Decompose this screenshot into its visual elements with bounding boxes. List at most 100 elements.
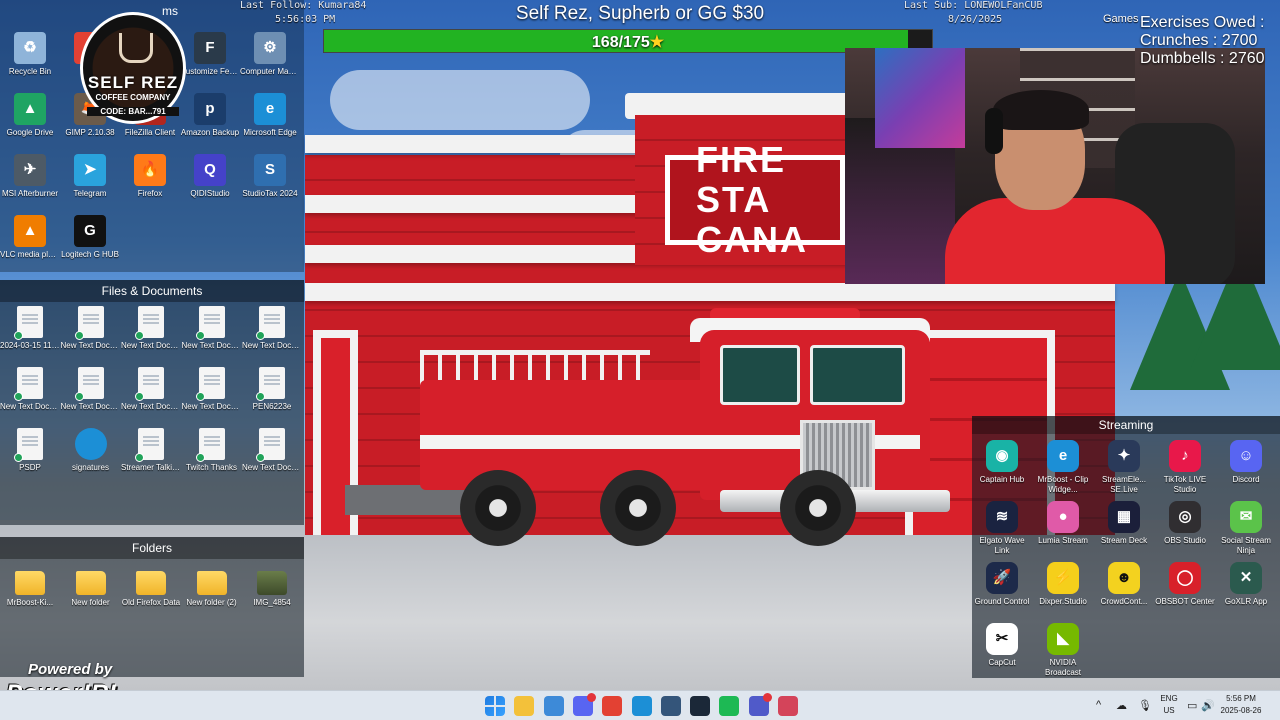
file-icon[interactable]: PSDP: [0, 428, 60, 473]
desktop-icon[interactable]: S StudioTax 2024: [240, 154, 300, 199]
streaming-app-icon[interactable]: ✕ GoXLR App: [1216, 562, 1276, 607]
stream-deck-icon: ▦: [1108, 501, 1140, 533]
desktop-icon[interactable]: p Amazon Backup: [180, 93, 240, 138]
store-icon[interactable]: [543, 696, 564, 716]
chrome-icon[interactable]: [602, 696, 623, 716]
streaming-app-icon[interactable]: ☻ CrowdCont...: [1094, 562, 1154, 607]
text-document-icon: [195, 428, 225, 462]
folder-icon-cell[interactable]: New folder: [61, 565, 121, 608]
file-explorer-icon[interactable]: [514, 696, 535, 716]
desktop-icon[interactable]: ▲ Google Drive: [0, 93, 60, 138]
file-icon[interactable]: New Text Docume...: [182, 306, 242, 351]
streaming-app-icon[interactable]: 🚀 Ground Control: [972, 562, 1032, 607]
file-label: New Text Docume...: [181, 341, 242, 350]
file-icon[interactable]: Twitch Thanks: [182, 428, 242, 473]
computer-management-icon: ⚙: [254, 32, 286, 64]
folder-icon-cell[interactable]: New folder (2): [182, 565, 242, 608]
edge-icon[interactable]: [631, 696, 652, 716]
volume-icon[interactable]: 🔊: [1201, 699, 1215, 712]
clock[interactable]: 5:56 PM 2025-08-26: [1218, 693, 1264, 717]
file-label: signatures: [72, 463, 109, 472]
icon-glyph: ✈: [23, 161, 37, 178]
desktop-icon[interactable]: ⚙ Computer Management: [240, 32, 300, 77]
folder-icon-cell[interactable]: Old Firefox Data: [121, 565, 181, 608]
file-icon[interactable]: 2024-03-15 11-09-17: [0, 306, 60, 351]
file-icon[interactable]: Streamer Talking Po...: [121, 428, 181, 473]
file-icon[interactable]: New Text Docume...: [121, 306, 181, 351]
folder-icon: [15, 571, 45, 595]
sync-check-icon: [74, 331, 84, 340]
captain-hub-icon: ◉: [986, 440, 1018, 472]
file-icon[interactable]: New Text Docume...: [242, 306, 302, 351]
folder-label: Old Firefox Data: [121, 598, 181, 607]
streaming-app-icon[interactable]: ◎ OBS Studio: [1155, 501, 1215, 546]
snip-icon[interactable]: [778, 696, 798, 716]
desktop-icon[interactable]: ✈ MSI Afterburner: [0, 154, 60, 199]
chevron-up-icon[interactable]: ^: [1096, 699, 1101, 711]
file-label: New Text Docume...: [60, 341, 121, 350]
desktop-icon[interactable]: G Logitech G HUB: [60, 215, 120, 260]
file-icon[interactable]: signatures: [61, 428, 121, 473]
streaming-app-icon[interactable]: ▦ Stream Deck: [1094, 501, 1154, 546]
desktop-icon[interactable]: F Customize Fences: [180, 32, 240, 77]
streaming-app-icon[interactable]: ◯ OBSBOT Center: [1155, 562, 1215, 607]
file-icon[interactable]: PEN6223e: [242, 367, 302, 412]
microphone-icon[interactable]: 🎙: [1138, 699, 1152, 712]
streaming-app-icon[interactable]: ● Lumia Stream: [1033, 501, 1093, 546]
onedrive-icon[interactable]: ☁: [1116, 699, 1127, 712]
desktop-icon[interactable]: ▲ VLC media player: [0, 215, 60, 260]
desktop-icon[interactable]: Q QIDIStudio: [180, 154, 240, 199]
sign-line-2: CANA: [696, 219, 808, 260]
streaming-fence: Streaming ◉ Captain Hub e MrBoost - Clip Wi…: [972, 416, 1280, 678]
desktop-icon-label: Customize Fences: [180, 67, 240, 76]
streaming-app-icon[interactable]: ✦ StreamEle... SE.Live: [1094, 440, 1154, 495]
streaming-app-icon[interactable]: ⚡ Dixper.Studio: [1033, 562, 1093, 607]
streaming-app-icon[interactable]: ✂ CapCut: [972, 623, 1032, 668]
fire-truck-illustration: [420, 300, 950, 546]
desktop-icon-label: VLC media player: [0, 250, 60, 259]
fence-title: Streaming: [972, 416, 1280, 434]
desktop-icon-label: Telegram: [73, 189, 107, 198]
folder-icon-cell[interactable]: IMG_4854: [242, 565, 302, 608]
streaming-app-icon[interactable]: ◣ NVIDIA Broadcast: [1033, 623, 1093, 678]
file-icon[interactable]: New Text Document: [0, 367, 60, 412]
headphones-icon: [985, 108, 1003, 154]
file-label: New Text Docume...: [121, 402, 181, 411]
desktop-icon-label: Computer Management: [240, 67, 300, 76]
station-trim: [305, 283, 1115, 301]
file-icon[interactable]: New Text Docume...: [61, 367, 121, 412]
amazon-photos-icon: p: [194, 93, 226, 125]
display-icon[interactable]: ▭: [1187, 699, 1197, 712]
start-icon[interactable]: [485, 696, 505, 716]
logitech-ghub-icon: G: [74, 215, 106, 247]
streaming-app-icon[interactable]: e MrBoost - Clip Widge...: [1033, 440, 1093, 495]
folders-fence: Folders MrBoost-Ki... New folder Old Firef…: [0, 537, 304, 677]
mobaxterm-icon[interactable]: [660, 696, 681, 716]
file-icon[interactable]: New Text Docume...: [61, 306, 121, 351]
file-icon[interactable]: New Text Docume...: [242, 428, 302, 473]
image-thumbnail-icon: [257, 571, 287, 595]
streaming-app-icon[interactable]: ≋ Elgato Wave Link: [972, 501, 1032, 556]
desktop-icon[interactable]: ➤ Telegram: [60, 154, 120, 199]
folder-icon: [75, 571, 106, 595]
sync-check-icon: [14, 331, 23, 340]
discord-icon[interactable]: [572, 693, 596, 716]
teams-icon[interactable]: [748, 693, 772, 716]
desktop-icon[interactable]: e Microsoft Edge: [240, 93, 300, 138]
file-icon[interactable]: New Text Docume...: [182, 367, 242, 412]
truck-wheel: [780, 470, 856, 546]
streaming-app-icon[interactable]: ◉ Captain Hub: [972, 440, 1032, 485]
spotify-icon[interactable]: [719, 696, 740, 716]
notification-badge: [586, 693, 596, 702]
streaming-app-icon[interactable]: ✉ Social Stream Ninja: [1216, 501, 1276, 556]
desktop-icon[interactable]: ♻ Recycle Bin: [0, 32, 60, 77]
logo-name: SELF REZ: [87, 73, 179, 92]
language-indicator[interactable]: ENG US: [1158, 693, 1180, 717]
streaming-app-icon[interactable]: ☺ Discord: [1216, 440, 1276, 485]
file-icon[interactable]: New Text Docume...: [121, 367, 181, 412]
streaming-app-icon[interactable]: ♪ TikTok LIVE Studio: [1155, 440, 1215, 495]
desktop-icon[interactable]: 🔥 Firefox: [120, 154, 180, 199]
steam-icon[interactable]: [690, 696, 711, 716]
icon-glyph: F: [205, 39, 215, 56]
folder-icon-cell[interactable]: MrBoost-Ki...: [0, 565, 60, 608]
